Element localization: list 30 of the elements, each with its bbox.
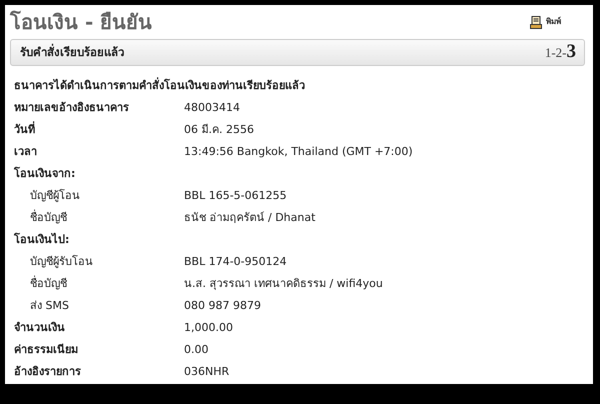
field-value: 080 987 9879 (184, 298, 261, 314)
status-text: รับคำสั่งเรียบร้อยแล้ว (20, 44, 124, 61)
field-label: ชื่อบัญชี (30, 211, 67, 224)
field-label: ส่ง SMS (30, 299, 69, 312)
field-label: ค่าธรรมเนียม (14, 343, 78, 356)
field-value: 0.00 (184, 342, 208, 358)
field-value: BBL 174-0-950124 (184, 254, 287, 270)
section-label: โอนเงินจาก: (14, 167, 76, 180)
field-value: ธนัช อ่ามฤครัตน์ / Dhanat (184, 210, 316, 226)
print-link[interactable]: พิมพ์ (530, 16, 561, 28)
printer-icon (530, 16, 542, 28)
field-label: อ้างอิงรายการ (14, 365, 81, 378)
field-label: ชื่อบัญชี (30, 277, 67, 290)
step-indicator: 1-2-3 (544, 40, 576, 64)
field-value: 13:49:56 Bangkok, Thailand (GMT +7:00) (184, 144, 413, 160)
field-label: เวลา (14, 145, 37, 158)
field-label: วันที่ (14, 123, 35, 136)
field-value: BBL 165-5-061255 (184, 188, 287, 204)
field-value: 036NHR (184, 364, 230, 380)
field-label: บัญชีผู้โอน (30, 189, 80, 202)
field-label: จำนวนเงิน (14, 321, 65, 334)
field-value: 1,000.00 (184, 320, 233, 336)
section-label: โอนเงินไป: (14, 233, 70, 246)
field-label: บัญชีผู้รับโอน (30, 255, 93, 268)
field-label: หมายเลขอ้างอิงธนาคาร (14, 101, 129, 114)
confirmation-message: ธนาคารได้ดำเนินการตามคำสั่งโอนเงินของท่านเรียบร้อยแล้ว (14, 76, 306, 94)
field-value: 06 มี.ค. 2556 (184, 122, 254, 138)
field-value: น.ส. สุวรรณา เทศนาคดิธรรม / wifi4you (184, 276, 383, 292)
page-title: โอนเงิน - ยืนยัน (10, 9, 152, 35)
field-value: 48003414 (184, 100, 240, 116)
